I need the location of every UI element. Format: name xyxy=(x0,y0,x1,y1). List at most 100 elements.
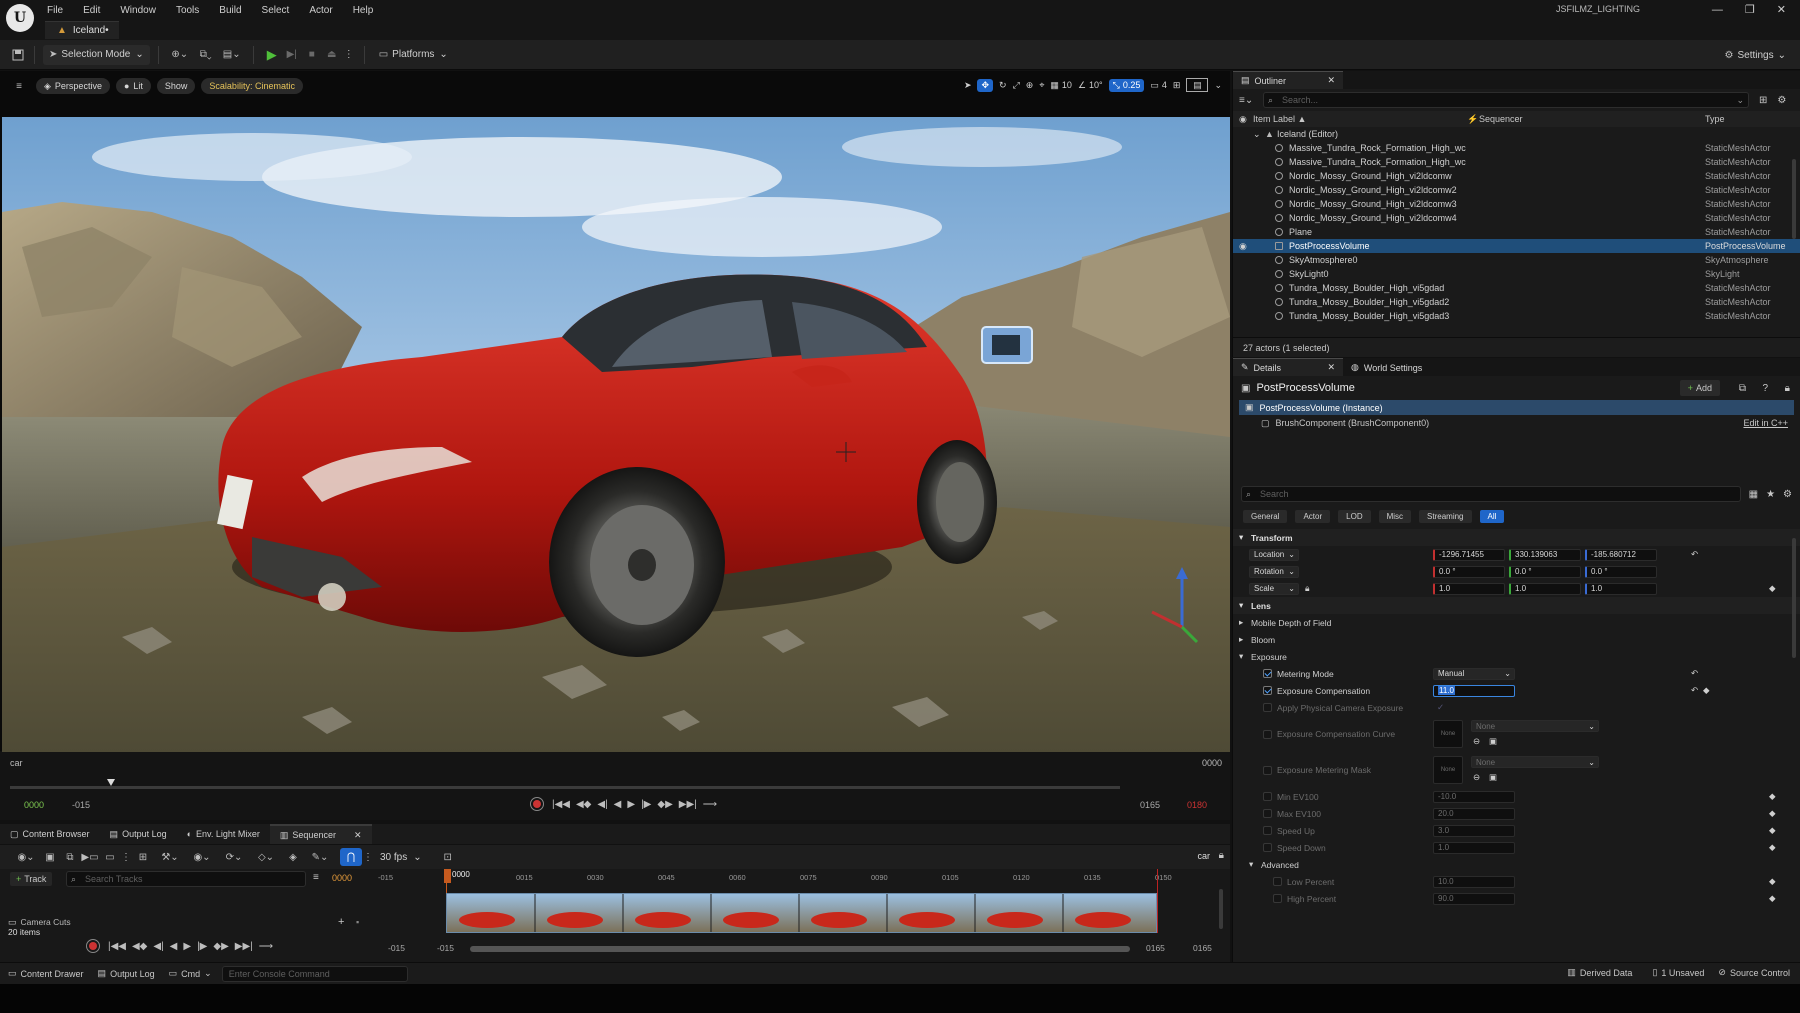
step-forward-icon[interactable]: |▶ xyxy=(641,799,651,810)
loop-icon[interactable]: ⟶ xyxy=(259,941,273,952)
record-icon[interactable] xyxy=(86,939,100,953)
max-ev-field[interactable]: 20.0 xyxy=(1433,807,1515,820)
curve-editor-icon[interactable]: ⊡ xyxy=(436,852,460,863)
key-options-icon[interactable]: ◇⌄ xyxy=(250,852,282,863)
curve-select[interactable]: None ⌄ xyxy=(1471,720,1599,732)
folder-icon[interactable]: ▣ xyxy=(1489,772,1497,783)
speed-up-checkbox[interactable] xyxy=(1263,826,1272,835)
minimize-icon[interactable]: — xyxy=(1712,4,1723,16)
details-scrollbar[interactable] xyxy=(1792,538,1796,658)
menu-window[interactable]: Window xyxy=(120,5,156,16)
sequencer-header[interactable]: Sequencer xyxy=(1479,114,1523,124)
menu-actor[interactable]: Actor xyxy=(309,5,332,16)
playback-options-icon[interactable]: ⟳⌄ xyxy=(218,852,250,863)
source-control-button[interactable]: ⊘ Source Control xyxy=(1718,967,1790,978)
find-in-browser-icon[interactable]: ⧉ xyxy=(60,852,80,863)
keyframe-icon[interactable]: ◆ xyxy=(1769,876,1776,887)
details-search-input[interactable]: ⌕ Search xyxy=(1241,486,1741,502)
scene-render[interactable] xyxy=(2,117,1230,755)
lock-icon[interactable]: 🔒︎ xyxy=(1305,583,1310,594)
exposure-comp-field[interactable]: 11.0 xyxy=(1433,684,1515,697)
scale-dropdown[interactable]: Scale ⌄ xyxy=(1249,582,1299,595)
scale-y-field[interactable]: 1.0 xyxy=(1509,582,1581,595)
tab-details[interactable]: ✎ Details ✕ xyxy=(1233,358,1343,376)
more-options-icon[interactable]: ⋮ xyxy=(342,49,356,60)
track-options-icon[interactable]: ▪ xyxy=(356,917,359,927)
select-tool-icon[interactable]: ➤ xyxy=(964,80,972,91)
tab-sequencer[interactable]: ▥ Sequencer ✕ xyxy=(269,824,372,844)
save-sequence-icon[interactable]: ▣ xyxy=(40,852,60,863)
actions-icon[interactable]: ⚒⌄ xyxy=(154,852,186,863)
outliner-row[interactable]: Tundra_Mossy_Boulder_High_vi5gdad2 Static… xyxy=(1233,295,1800,309)
step-back-icon[interactable]: ◀| xyxy=(153,941,163,952)
step-back-icon[interactable]: ◀| xyxy=(597,799,607,810)
menu-help[interactable]: Help xyxy=(353,5,374,16)
blueprint-icon[interactable]: ⧉ xyxy=(1739,383,1746,394)
scale-snap-button[interactable]: ⤡ 0.25 xyxy=(1108,78,1145,92)
camera-cut-icon[interactable]: ▭ xyxy=(100,852,120,863)
metering-mode-checkbox[interactable] xyxy=(1263,669,1272,678)
grid-view-icon[interactable]: ▦ xyxy=(1749,489,1758,500)
add-track-button[interactable]: + Track xyxy=(10,872,53,886)
comp-curve-checkbox[interactable] xyxy=(1263,729,1272,739)
console-input[interactable]: Enter Console Command xyxy=(221,965,408,982)
location-z-field[interactable]: -185.680712 xyxy=(1585,548,1657,561)
low-percent-field[interactable]: 10.0 xyxy=(1433,875,1515,888)
outliner-search-input[interactable]: ⌕ Search... ⌄ xyxy=(1263,92,1749,108)
tab-world-settings[interactable]: ◍ World Settings xyxy=(1343,358,1431,376)
timeline-ruler[interactable]: -015 0015 0030 0045 0060 0075 0090 0105 … xyxy=(372,869,1172,885)
tab-content-browser[interactable]: ▢ Content Browser xyxy=(0,824,100,844)
outliner-row[interactable]: SkyAtmosphere0 SkyAtmosphere xyxy=(1233,253,1800,267)
location-y-field[interactable]: 330.139063 xyxy=(1509,548,1581,561)
close-icon[interactable]: ✕ xyxy=(1777,3,1786,16)
unreal-logo-icon[interactable]: U xyxy=(6,4,34,32)
close-tab-icon[interactable]: ✕ xyxy=(1327,362,1335,373)
keyframe-icon[interactable]: ◆ xyxy=(1769,808,1776,819)
scrub-playhead[interactable] xyxy=(107,779,115,786)
keyframe-icon[interactable]: ◆ xyxy=(1769,583,1776,594)
metering-mode-select[interactable]: Manual ⌄ xyxy=(1433,667,1515,680)
camera-cuts-track[interactable]: ▭ Camera Cuts + ▪ xyxy=(8,915,370,929)
settings-button[interactable]: ⚙ Settings ⌄ xyxy=(1719,45,1793,65)
edit-cpp-link[interactable]: Edit in C++ xyxy=(1743,418,1788,428)
perspective-button[interactable]: ◈ Perspective xyxy=(36,78,110,94)
unsaved-button[interactable]: ▯ 1 Unsaved xyxy=(1652,967,1704,978)
fps-dropdown[interactable]: 30 fps ⌄ xyxy=(374,847,428,867)
maximize-icon[interactable]: ❐ xyxy=(1745,3,1755,16)
outliner-root-row[interactable]: ⌄ ▲ Iceland (Editor) xyxy=(1233,127,1800,141)
section-lens[interactable]: ▾ Lens xyxy=(1233,597,1800,614)
high-percent-field[interactable]: 90.0 xyxy=(1433,892,1515,905)
type-header[interactable]: Type xyxy=(1705,114,1725,124)
outliner-row[interactable]: SkyLight0 SkyLight xyxy=(1233,267,1800,281)
keyframe-icon[interactable]: ◆ xyxy=(1769,825,1776,836)
blueprint-icon[interactable]: ⧉⌄ xyxy=(193,49,219,60)
track-search-input[interactable]: ⌕ Search Tracks xyxy=(66,871,306,887)
metering-mask-checkbox[interactable] xyxy=(1263,765,1272,775)
hamburger-menu-icon[interactable]: ≡ xyxy=(10,78,28,94)
rotation-y-field[interactable]: 0.0 ° xyxy=(1509,565,1581,578)
tracks-icon[interactable]: ⊞ xyxy=(132,852,154,863)
lock-icon[interactable]: 🔒︎ xyxy=(1785,383,1790,394)
map-tab[interactable]: ▲ Iceland• xyxy=(45,21,119,39)
lit-button[interactable]: ● Lit xyxy=(115,78,151,94)
outliner-row[interactable]: Nordic_Mossy_Ground_High_vi2ldcomw3 Stati… xyxy=(1233,197,1800,211)
world-space-icon[interactable]: ⊕ xyxy=(1026,80,1034,91)
filter-actor[interactable]: Actor xyxy=(1295,509,1331,523)
save-icon[interactable] xyxy=(10,49,26,61)
rotation-dropdown[interactable]: Rotation ⌄ xyxy=(1249,565,1299,578)
edit-mode-icon[interactable]: ✎⌄ xyxy=(304,852,336,863)
more-icon[interactable]: ⋮ xyxy=(120,852,132,863)
scrub-track[interactable] xyxy=(10,786,1120,789)
render-movie-icon[interactable]: ▶▭ xyxy=(80,852,100,863)
prev-key-icon[interactable]: ◀◆ xyxy=(576,799,591,810)
outliner-row[interactable]: Tundra_Mossy_Boulder_High_vi5gdad3 Static… xyxy=(1233,309,1800,323)
advance-frame-icon[interactable]: ▶| xyxy=(282,49,302,60)
outliner-row[interactable]: Massive_Tundra_Rock_Formation_High_wc Sta… xyxy=(1233,141,1800,155)
scale-z-field[interactable]: 1.0 xyxy=(1585,582,1657,595)
max-ev-checkbox[interactable] xyxy=(1263,809,1272,818)
menu-select[interactable]: Select xyxy=(262,5,290,16)
component-row[interactable]: ▢ BrushComponent (BrushComponent0) Edit … xyxy=(1239,415,1794,431)
next-key-icon[interactable]: ◆▶ xyxy=(657,799,672,810)
world-icon[interactable]: ◉⌄ xyxy=(12,852,40,863)
speed-up-field[interactable]: 3.0 xyxy=(1433,824,1515,837)
